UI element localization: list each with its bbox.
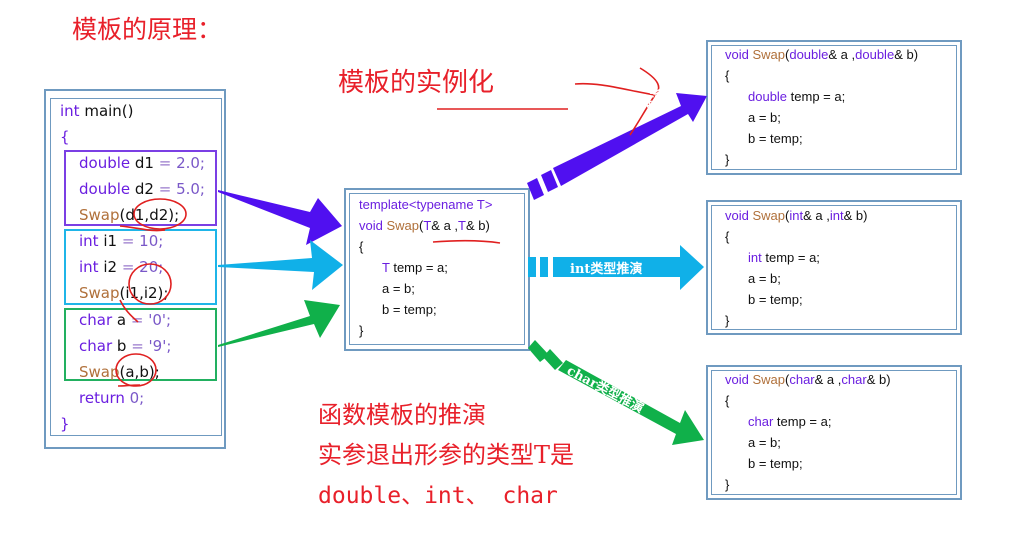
circle-a-b bbox=[115, 353, 157, 387]
int-arrow-label: int类型推演 bbox=[570, 262, 643, 277]
template-param-underline bbox=[432, 239, 501, 244]
circle-i1-i2 bbox=[128, 263, 172, 305]
circle-d1-d2 bbox=[133, 198, 187, 230]
red-annotations bbox=[115, 67, 660, 387]
int-input-arrow bbox=[218, 240, 343, 290]
diagram-arrows bbox=[115, 67, 707, 445]
double-input-arrow bbox=[218, 190, 342, 245]
char-input-arrow bbox=[218, 300, 340, 347]
